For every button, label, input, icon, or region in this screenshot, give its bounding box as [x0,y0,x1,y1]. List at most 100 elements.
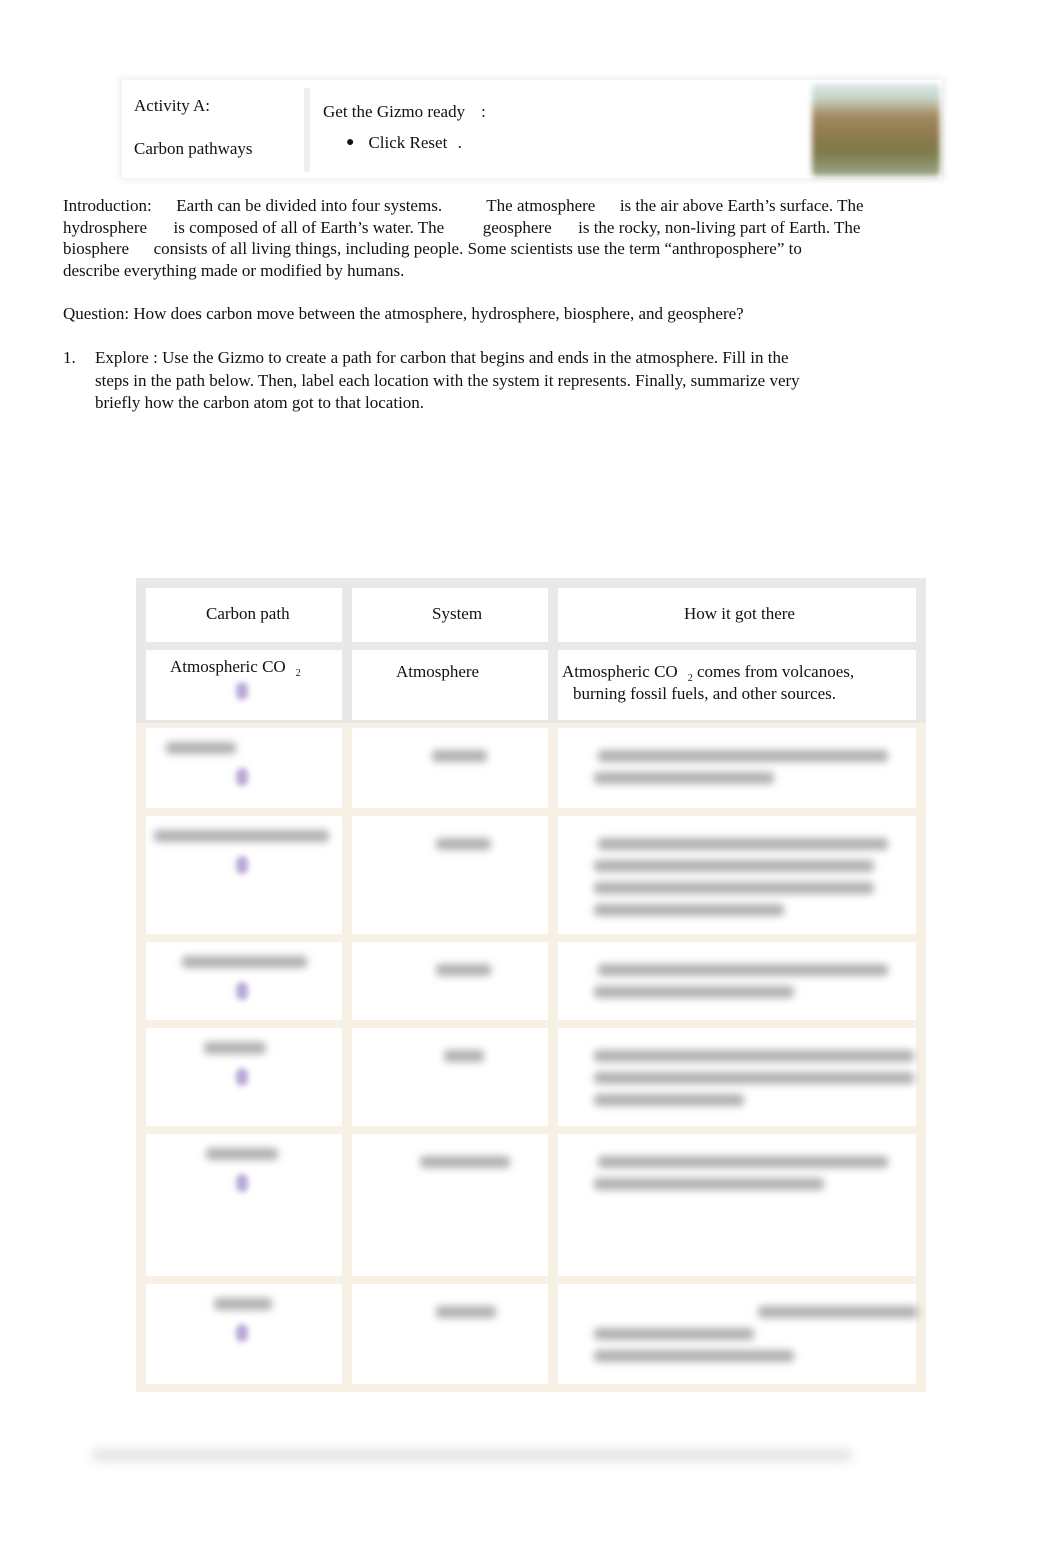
blurred-text [594,772,774,784]
blurred-row-5-cell-3 [558,1028,916,1126]
row1-how-line1: Atmospheric CO 2 comes from volcanoes, [562,662,855,684]
blurred-text [594,1328,754,1340]
blurred-text [420,1156,510,1168]
explore-separator: : [153,348,158,367]
explore-line-2: steps in the path below. Then, label eac… [95,370,800,390]
bullet-icon: ● [346,135,355,150]
blurred-row-7-cell-2 [352,1284,548,1384]
blurred-text [182,956,307,968]
row1-how-cell: Atmospheric CO 2 comes from volcanoes, bu… [558,650,916,720]
step-list-item: ● Click Reset . [346,133,462,153]
intro-sentence-4: is the rocky, non-living part of Earth. … [578,217,861,237]
blurred-text [594,1350,794,1362]
intro-the: The [486,196,513,215]
term-biosphere: biosphere [63,239,130,258]
activity-header: Activity A: Carbon pathways Get the Gizm… [122,80,942,178]
blurred-text [598,1156,888,1168]
term-hydrosphere: hydrosphere [63,217,148,237]
blurred-row-6-cell-3 [558,1134,916,1276]
get-ready-colon: : [481,102,486,121]
header-cell-system: System [352,588,548,642]
down-arrow-icon [236,768,248,786]
blurred-row-7-cell-1 [146,1284,342,1384]
blurred-text [758,1306,918,1318]
explore-line-1: Use the Gizmo to create a path for carbo… [162,348,789,367]
blurred-row-3-cell-1 [146,816,342,934]
header-cell-carbon-path: Carbon path [146,588,342,642]
header-cell-how: How it got there [558,588,916,642]
blurred-text [206,1148,278,1160]
down-arrow-icon [236,682,248,700]
header-carbon-path: Carbon path [206,604,290,623]
blurred-text [598,750,888,762]
blurred-text [594,1072,914,1084]
step-text: Click Reset [368,133,448,152]
row1-carbon-path: Atmospheric CO 2 [170,657,301,679]
down-arrow-icon [236,1324,248,1342]
blurred-row-3-cell-3 [558,816,916,934]
down-arrow-icon [236,1174,248,1192]
header-system: System [432,604,483,623]
blurred-text [598,838,888,850]
explore-line-3: briefly how the carbon atom got to that … [95,393,425,412]
step-end: . [457,133,462,152]
intro-line-1: Introduction: Earth can be divided into … [63,195,963,217]
down-arrow-icon [236,1068,248,1086]
footer-text-blurred [92,1448,852,1462]
activity-label: Activity A: [134,96,211,115]
blurred-text [166,742,236,754]
get-ready-heading: Get the Gizmo ready: [323,102,486,122]
intro-line-4: describe everything made or modified by … [63,260,405,280]
blurred-text [598,964,888,976]
item-number: 1. [63,348,76,367]
blurred-text [594,860,874,872]
get-ready-label: Get the Gizmo ready [323,102,466,121]
intro-sentence-2: is the air above Earth’s surface. The [619,196,864,215]
term-geosphere: geosphere [482,217,552,237]
blurred-text [444,1050,484,1062]
blurred-row-2-cell-1 [146,728,342,808]
blurred-text [436,1306,496,1318]
blurred-row-2-cell-2 [352,728,548,808]
header-how-it-got-there: How it got there [684,604,795,623]
intro-sentence-3: is composed of all of Earth’s water. The [173,217,445,237]
blurred-row-3-cell-2 [352,816,548,934]
row1-system-cell: Atmosphere [352,650,548,720]
intro-line-2: hydrosphere is composed of all of Earth’… [63,217,963,239]
gizmo-thumbnail-image [812,84,940,176]
blurred-row-5-cell-2 [352,1028,548,1126]
blurred-text [436,838,491,850]
blurred-text [594,904,784,916]
blurred-text [594,1050,914,1062]
intro-label: Introduction: [63,196,152,215]
blurred-row-7-cell-3 [558,1284,918,1384]
get-ready-cell: Get the Gizmo ready: ● Click Reset . [322,88,812,172]
blurred-text [432,750,487,762]
blurred-row-4-cell-3 [558,942,916,1020]
intro-sentence-1: Earth can be divided into four systems. [176,196,443,215]
blurred-row-4-cell-2 [352,942,548,1020]
intro-sentence-5: consists of all living things, including… [153,239,802,258]
question-text: Question: How does carbon move between t… [63,304,744,323]
activity-title: Carbon pathways [134,139,253,158]
term-atmosphere: atmosphere [516,196,596,215]
carbon-path-table: Carbon path System How it got there Atmo… [136,578,926,1392]
blurred-row-4-cell-1 [146,942,342,1020]
down-arrow-icon [236,856,248,874]
intro-line-3: biosphere consists of all living things,… [63,238,963,260]
blurred-row-6-cell-1 [146,1134,342,1276]
blurred-text [594,1178,824,1190]
blurred-row-6-cell-2 [352,1134,548,1276]
blurred-text [214,1298,272,1310]
blurred-row-5-cell-1 [146,1028,342,1126]
introduction-paragraph: Introduction: Earth can be divided into … [63,195,963,281]
down-arrow-icon [236,982,248,1000]
row1-carbon-path-cell: Atmospheric CO 2 [146,650,342,720]
explore-label: Explore [95,348,149,367]
blurred-text [154,830,329,842]
blurred-text [594,986,794,998]
row1-how-line2: burning fossil fuels, and other sources. [573,684,836,703]
blurred-text [594,882,874,894]
explore-instructions: Explore : Use the Gizmo to create a path… [95,347,915,415]
blurred-text [436,964,491,976]
